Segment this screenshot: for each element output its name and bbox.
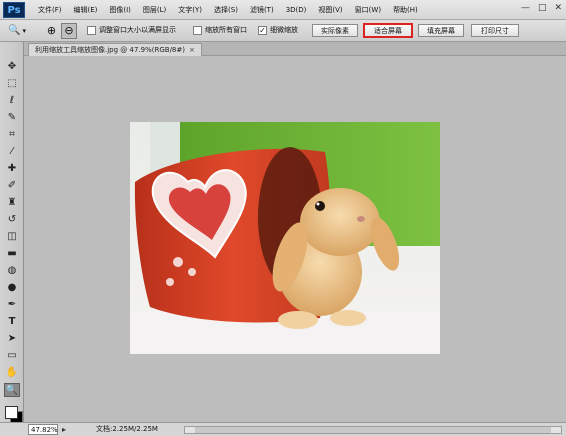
close-icon[interactable]: ×: [189, 46, 195, 54]
zoom-level-field[interactable]: 47.82%: [28, 424, 58, 435]
clone-stamp-tool-icon[interactable]: ♜: [4, 196, 20, 210]
maximize-button[interactable]: □: [538, 3, 547, 13]
eyedropper-tool-icon[interactable]: ⁄: [4, 145, 20, 159]
document-image: [130, 122, 440, 354]
zoom-out-icon[interactable]: ⊖: [61, 23, 77, 39]
fill-screen-button[interactable]: 填充屏幕: [418, 24, 464, 37]
resize-windows-checkbox[interactable]: [87, 26, 96, 35]
zoom-all-windows-label: 缩放所有窗口: [205, 26, 247, 34]
window-controls: — □ ✕: [521, 3, 562, 13]
minimize-button[interactable]: —: [521, 3, 530, 13]
hand-tool-icon[interactable]: ✋: [4, 366, 20, 380]
zoom-all-windows-checkbox[interactable]: [193, 26, 202, 35]
tool-preset-picker[interactable]: 🔍 ▾: [8, 23, 34, 38]
menu-image[interactable]: 图像(I): [103, 0, 137, 20]
healing-brush-tool-icon[interactable]: ✚: [4, 162, 20, 176]
pen-tool-icon[interactable]: ✒: [4, 298, 20, 312]
foreground-color-swatch[interactable]: [5, 406, 18, 419]
history-brush-tool-icon[interactable]: ↺: [4, 213, 20, 227]
document-tab-title: 利用缩放工具缩放图像.jpg @ 47.9%(RGB/8#): [35, 46, 185, 54]
status-arrow-icon[interactable]: ▸: [62, 424, 66, 435]
document-tab-bar: 利用缩放工具缩放图像.jpg @ 47.9%(RGB/8#) ×: [24, 42, 566, 57]
menu-layer[interactable]: 图层(L): [137, 0, 172, 20]
close-window-button[interactable]: ✕: [554, 3, 562, 13]
app-logo: Ps: [3, 2, 25, 18]
document-tab[interactable]: 利用缩放工具缩放图像.jpg @ 47.9%(RGB/8#) ×: [28, 43, 202, 57]
zoom-tool-icon[interactable]: 🔍: [4, 383, 20, 397]
zoom-tool-preset-icon: 🔍: [8, 25, 21, 36]
menu-help[interactable]: 帮助(H): [387, 0, 424, 20]
actual-pixels-button[interactable]: 实际像素: [312, 24, 358, 37]
canvas-area[interactable]: [24, 56, 566, 422]
type-tool-icon[interactable]: T: [4, 315, 20, 329]
resize-windows-label: 调整窗口大小以满屏显示: [99, 26, 176, 34]
blur-tool-icon[interactable]: ◍: [4, 264, 20, 278]
status-bar: 47.82% ▸ 文档:2.25M/2.25M: [0, 422, 566, 436]
menu-items: 文件(F) 编辑(E) 图像(I) 图层(L) 文字(Y) 选择(S) 滤镜(T…: [32, 0, 424, 20]
lasso-tool-icon[interactable]: ℓ: [4, 94, 20, 108]
fit-screen-button[interactable]: 适合屏幕: [363, 23, 413, 38]
menu-file[interactable]: 文件(F): [32, 0, 68, 20]
brush-tool-icon[interactable]: ✐: [4, 179, 20, 193]
chevron-down-icon: ▾: [22, 27, 26, 35]
crop-tool-icon[interactable]: ⌗: [4, 128, 20, 142]
menu-window[interactable]: 窗口(W): [349, 0, 387, 20]
shape-tool-icon[interactable]: ▭: [4, 349, 20, 363]
horizontal-scrollbar[interactable]: [184, 426, 562, 434]
check-icon: ✓: [259, 26, 266, 35]
menu-3d[interactable]: 3D(D): [280, 0, 313, 20]
print-size-button[interactable]: 打印尺寸: [471, 24, 519, 37]
document-size-info[interactable]: 文档:2.25M/2.25M: [96, 424, 158, 435]
eraser-tool-icon[interactable]: ◫: [4, 230, 20, 244]
scrollbar-thumb[interactable]: [195, 427, 551, 433]
menu-filter[interactable]: 滤镜(T): [244, 0, 280, 20]
menu-bar: Ps 文件(F) 编辑(E) 图像(I) 图层(L) 文字(Y) 选择(S) 滤…: [0, 0, 566, 20]
move-tool-icon[interactable]: ✥: [4, 60, 20, 74]
options-bar: 🔍 ▾ ⊕ ⊖ 调整窗口大小以满屏显示 缩放所有窗口 ✓ 细微缩放 实际像素 适合…: [0, 20, 566, 42]
marquee-tool-icon[interactable]: ⬚: [4, 77, 20, 91]
dodge-tool-icon[interactable]: ●: [4, 281, 20, 295]
quick-select-tool-icon[interactable]: ✎: [4, 111, 20, 125]
menu-view[interactable]: 视图(V): [312, 0, 348, 20]
gradient-tool-icon[interactable]: ▬: [4, 247, 20, 261]
zoom-in-icon[interactable]: ⊕: [44, 23, 59, 38]
tools-panel: ✥ ⬚ ℓ ✎ ⌗ ⁄ ✚ ✐ ♜ ↺ ◫ ▬ ◍ ● ✒ T ➤ ▭ ✋ 🔍: [0, 42, 24, 424]
menu-type[interactable]: 文字(Y): [172, 0, 208, 20]
menu-edit[interactable]: 编辑(E): [68, 0, 104, 20]
menu-select[interactable]: 选择(S): [208, 0, 244, 20]
rabbit-photo: [130, 122, 440, 354]
path-select-tool-icon[interactable]: ➤: [4, 332, 20, 346]
scrubby-zoom-checkbox[interactable]: ✓: [258, 26, 267, 35]
scrubby-zoom-label: 细微缩放: [270, 26, 298, 34]
